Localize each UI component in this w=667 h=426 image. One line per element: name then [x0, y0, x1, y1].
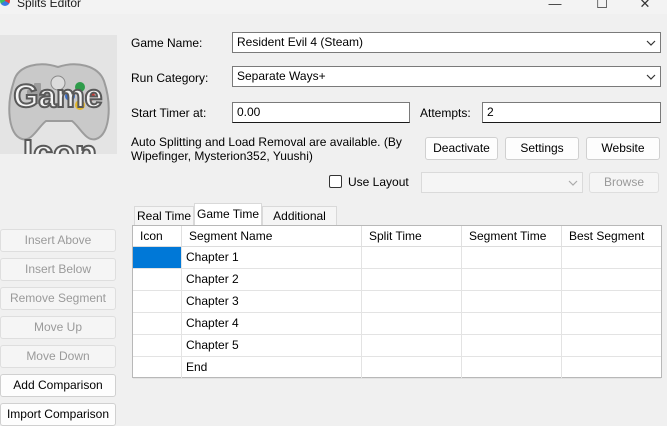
cell-best[interactable] [562, 291, 661, 312]
start-timer-label: Start Timer at: [131, 106, 207, 120]
table-row[interactable]: Chapter 5 [133, 335, 661, 357]
use-layout-label: Use Layout [348, 175, 409, 189]
table-row[interactable]: Chapter 4 [133, 313, 661, 335]
cell-name[interactable]: Chapter 4 [182, 313, 362, 334]
segment-icon-cell[interactable] [133, 291, 182, 312]
cell-name[interactable]: Chapter 3 [182, 291, 362, 312]
close-button[interactable]: ✕ [622, 0, 667, 14]
start-timer-input[interactable]: 0.00 [232, 102, 410, 123]
segment-icon-cell[interactable] [133, 313, 182, 334]
run-category-combo[interactable]: Separate Ways+ [232, 66, 661, 87]
cell-name[interactable]: Chapter 5 [182, 335, 362, 356]
cell-segment[interactable] [462, 269, 562, 290]
attempts-label: Attempts: [420, 106, 471, 120]
cell-segment[interactable] [462, 291, 562, 312]
chevron-down-icon [646, 40, 656, 46]
move-down-button[interactable]: Move Down [0, 345, 116, 368]
autosplit-info-text: Auto Splitting and Load Removal are avai… [131, 135, 402, 163]
table-row[interactable]: End [133, 357, 661, 379]
column-header-best-segment[interactable]: Best Segment [562, 226, 661, 247]
attempts-input[interactable]: 2 [482, 102, 661, 123]
tab-game-time[interactable]: Game Time [194, 203, 262, 225]
cell-split[interactable] [362, 313, 462, 334]
browse-button[interactable]: Browse [589, 172, 659, 193]
segments-grid[interactable]: Icon Segment Name Split Time Segment Tim… [132, 225, 662, 379]
cell-split[interactable] [362, 247, 462, 268]
column-header-segment-name[interactable]: Segment Name [182, 226, 362, 247]
use-layout-checkbox[interactable] [329, 175, 342, 188]
tab-additional-info[interactable]: Additional Info [262, 206, 337, 241]
table-row[interactable]: Chapter 2 [133, 269, 661, 291]
cell-best[interactable] [562, 269, 661, 290]
game-icon-picker[interactable]: Game Icon [0, 35, 117, 154]
cell-split[interactable] [362, 269, 462, 290]
table-row[interactable]: Chapter 3 [133, 291, 661, 313]
game-icon-text-2: Icon [23, 132, 97, 154]
maximize-button[interactable]: ☐ [579, 0, 625, 14]
game-name-value: Resident Evil 4 (Steam) [237, 35, 364, 49]
game-icon-text-1: Game [14, 78, 103, 114]
column-header-icon[interactable]: Icon [133, 226, 182, 247]
gamepad-icon: Game Icon [0, 35, 117, 154]
cell-name[interactable]: Chapter 1 [182, 247, 362, 268]
settings-button[interactable]: Settings [505, 137, 579, 160]
column-header-split-time[interactable]: Split Time [362, 226, 462, 247]
cell-name[interactable]: Chapter 2 [182, 269, 362, 290]
cell-best[interactable] [562, 313, 661, 334]
minimize-button[interactable]: — [532, 0, 578, 14]
deactivate-button[interactable]: Deactivate [425, 137, 498, 160]
window-title: Splits Editor [17, 0, 82, 10]
segment-icon-cell[interactable] [133, 269, 182, 290]
run-category-value: Separate Ways+ [237, 69, 326, 83]
segment-icon-cell[interactable] [133, 357, 182, 378]
cell-best[interactable] [562, 335, 661, 356]
cell-split[interactable] [362, 335, 462, 356]
add-comparison-button[interactable]: Add Comparison [0, 374, 116, 397]
cell-segment[interactable] [462, 357, 562, 378]
segment-icon-cell[interactable] [133, 247, 182, 268]
cell-split[interactable] [362, 291, 462, 312]
cell-name[interactable]: End [182, 357, 362, 378]
website-button[interactable]: Website [586, 137, 660, 160]
insert-below-button[interactable]: Insert Below [0, 258, 116, 281]
cell-best[interactable] [562, 357, 661, 378]
move-up-button[interactable]: Move Up [0, 316, 116, 339]
segment-icon-cell[interactable] [133, 335, 182, 356]
import-comparison-button[interactable]: Import Comparison [0, 403, 116, 426]
cell-best[interactable] [562, 247, 661, 268]
chevron-down-icon [568, 180, 578, 186]
cell-segment[interactable] [462, 247, 562, 268]
cell-split[interactable] [362, 357, 462, 378]
table-row[interactable]: Chapter 1 [133, 247, 661, 269]
column-header-segment-time[interactable]: Segment Time [462, 226, 562, 247]
game-name-combo[interactable]: Resident Evil 4 (Steam) [232, 32, 661, 53]
tab-real-time[interactable]: Real Time [134, 206, 194, 225]
cell-segment[interactable] [462, 335, 562, 356]
cell-segment[interactable] [462, 313, 562, 334]
chevron-down-icon [646, 74, 656, 80]
insert-above-button[interactable]: Insert Above [0, 229, 116, 252]
game-name-label: Game Name: [131, 36, 203, 50]
layout-combo[interactable] [421, 172, 583, 193]
run-category-label: Run Category: [131, 71, 209, 85]
remove-segment-button[interactable]: Remove Segment [0, 287, 116, 310]
